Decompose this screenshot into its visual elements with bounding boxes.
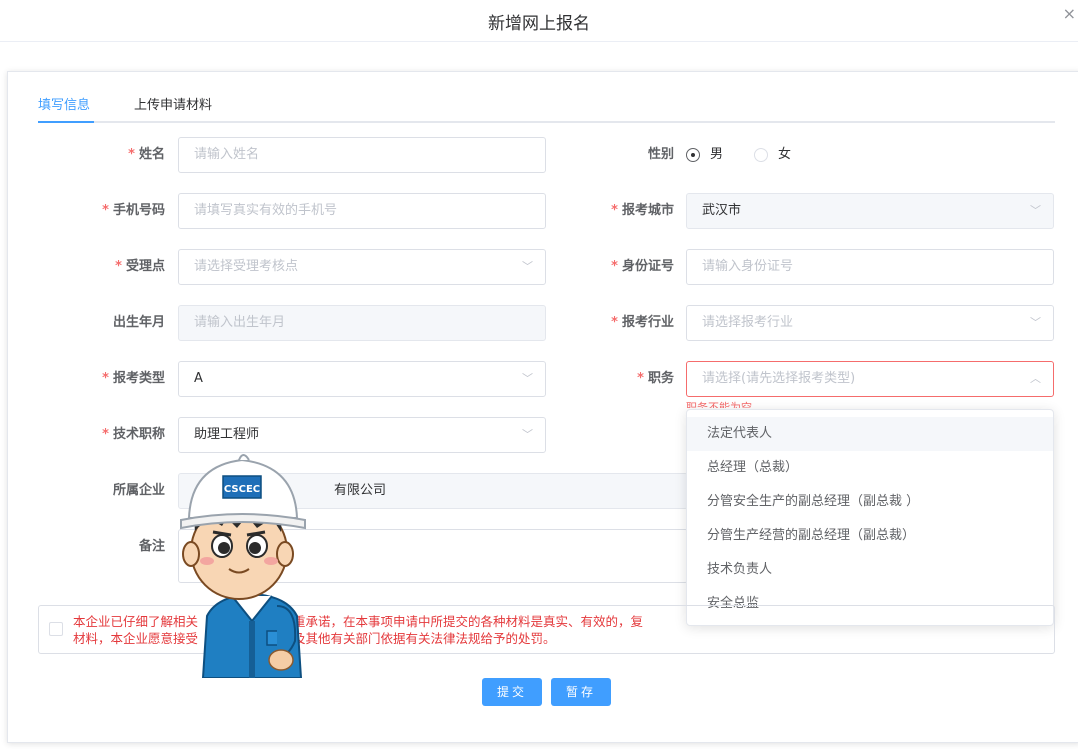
dialog-header: 新增网上报名 × (0, 0, 1078, 42)
chevron-down-icon: ﹀ (522, 372, 533, 385)
company-label: 所属企业 (112, 483, 165, 498)
agreement-checkbox[interactable] (49, 622, 63, 636)
position-option[interactable]: 技术负责人 (687, 553, 1053, 587)
phone-label: * 手机号码 (102, 203, 165, 218)
name-input[interactable]: 请输入姓名 (178, 137, 546, 173)
type-select[interactable]: A ﹀ (178, 361, 546, 397)
position-option[interactable]: 分管安全生产的副总经理（副总裁 ） (687, 485, 1053, 519)
form-panel: 填写信息 上传申请材料 * 姓名 请输入姓名 性别 男 女 * 手机号码 请填写真实… (7, 71, 1078, 743)
industry-label: * 报考行业 (611, 315, 674, 330)
active-tab-indicator (38, 121, 94, 123)
position-option[interactable]: 分管生产经营的副总经理（副总裁） (687, 519, 1053, 553)
tab-upload-materials[interactable]: 上传申请材料 (134, 94, 212, 113)
chevron-down-icon: ﹀ (522, 428, 533, 441)
birth-input[interactable]: 请输入出生年月 (178, 305, 546, 341)
position-option[interactable]: 法定代表人 (687, 417, 1053, 451)
chevron-up-icon: ︿ (1030, 372, 1041, 385)
phone-input[interactable]: 请填写真实有效的手机号 (178, 193, 546, 229)
gender-radio-male[interactable]: 男 (686, 137, 723, 173)
chevron-down-icon: ﹀ (522, 260, 533, 273)
position-select[interactable]: 请选择(请先选择报考类型) ︿ (686, 361, 1054, 397)
position-label: * 职务 (637, 371, 674, 386)
city-label: * 报考城市 (611, 203, 674, 218)
idcard-input[interactable]: 请输入身份证号 (686, 249, 1054, 285)
tab-bar: 填写信息 上传申请材料 (38, 94, 1055, 123)
position-error-message: 职务不能为空 (686, 401, 752, 408)
idcard-label: * 身份证号 (611, 259, 674, 274)
tab-fill-info[interactable]: 填写信息 (38, 94, 90, 113)
close-icon[interactable]: × (1063, 4, 1076, 23)
position-dropdown: 法定代表人 总经理（总裁） 分管安全生产的副总经理（副总裁 ） 分管生产经营的副… (686, 409, 1054, 626)
submit-button[interactable]: 提交 (482, 678, 543, 706)
save-draft-button[interactable]: 暂存 (551, 678, 612, 706)
site-select[interactable]: 请选择受理考核点 ﹀ (178, 249, 546, 285)
mascot-badge-text: CSCEC (224, 484, 260, 495)
radio-checked-icon (686, 148, 700, 162)
dialog-title: 新增网上报名 (488, 14, 590, 34)
industry-select[interactable]: 请选择报考行业 ﹀ (686, 305, 1054, 341)
birth-label: 出生年月 (112, 315, 165, 330)
site-label: * 受理点 (115, 259, 165, 274)
remark-label: 备注 (138, 539, 165, 554)
city-select[interactable]: 武汉市 ﹀ (686, 193, 1054, 229)
gender-label: 性别 (647, 147, 674, 162)
gender-radio-female[interactable]: 女 (754, 137, 791, 173)
chevron-down-icon: ﹀ (1030, 316, 1041, 329)
mascot-illustration: CSCEC (180, 454, 306, 678)
name-label: * 姓名 (128, 147, 165, 162)
position-option[interactable]: 总经理（总裁） (687, 451, 1053, 485)
radio-unchecked-icon (754, 148, 768, 162)
chevron-down-icon: ﹀ (1030, 204, 1041, 217)
title-label: * 技术职称 (102, 427, 165, 442)
type-label: * 报考类型 (102, 371, 165, 386)
